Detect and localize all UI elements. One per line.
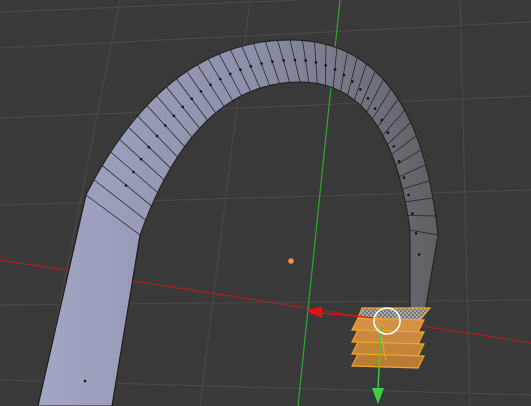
vertex-dot (172, 114, 176, 118)
vertex-dot (190, 97, 194, 101)
vertex-dot (239, 68, 242, 71)
vertex-dot (218, 77, 222, 81)
vertex-dot (359, 88, 362, 91)
origin-dot-icon (287, 257, 295, 265)
vertex-dot (293, 58, 297, 62)
vertex-dot (402, 176, 406, 179)
vertex-dot (164, 124, 167, 127)
vertex-dot (249, 64, 253, 68)
vertex-dot (324, 64, 327, 67)
vertex-dot (373, 107, 377, 110)
vertex-dot (199, 90, 203, 93)
grid-line (459, 0, 471, 406)
vertex-dot (124, 184, 128, 187)
vertex-dot (132, 170, 135, 174)
3d-viewport[interactable] (0, 0, 531, 406)
vertex-dot (386, 131, 390, 134)
vertex-dot (139, 157, 143, 161)
vertex-dot (366, 97, 370, 100)
vertex-dot (411, 212, 414, 215)
vertex-dot (342, 73, 346, 77)
vertex-dot (414, 232, 418, 235)
vertex-dot (271, 60, 274, 63)
vertex-dot (83, 379, 87, 383)
vertex-dot (314, 61, 318, 64)
vertex-dot (417, 253, 421, 256)
vertex-dot (155, 134, 159, 138)
vertex-dot (181, 105, 185, 109)
grid-line (0, 0, 301, 13)
vertex-dot (260, 62, 263, 65)
vertex-dot (333, 68, 337, 71)
vertex-dot (380, 118, 384, 122)
grid-line (0, 95, 531, 119)
vertex-dot (228, 72, 232, 76)
vertex-dot (351, 80, 354, 83)
viewport-canvas[interactable] (0, 0, 531, 406)
vertex-dot (304, 59, 307, 62)
vertex-dot (392, 145, 396, 148)
vertex-dot (147, 145, 151, 149)
vertex-dot (209, 83, 212, 87)
vertex-dot (397, 160, 401, 163)
vertex-dot (282, 59, 285, 62)
selected-face[interactable] (351, 353, 425, 369)
vertex-dot (407, 193, 410, 197)
